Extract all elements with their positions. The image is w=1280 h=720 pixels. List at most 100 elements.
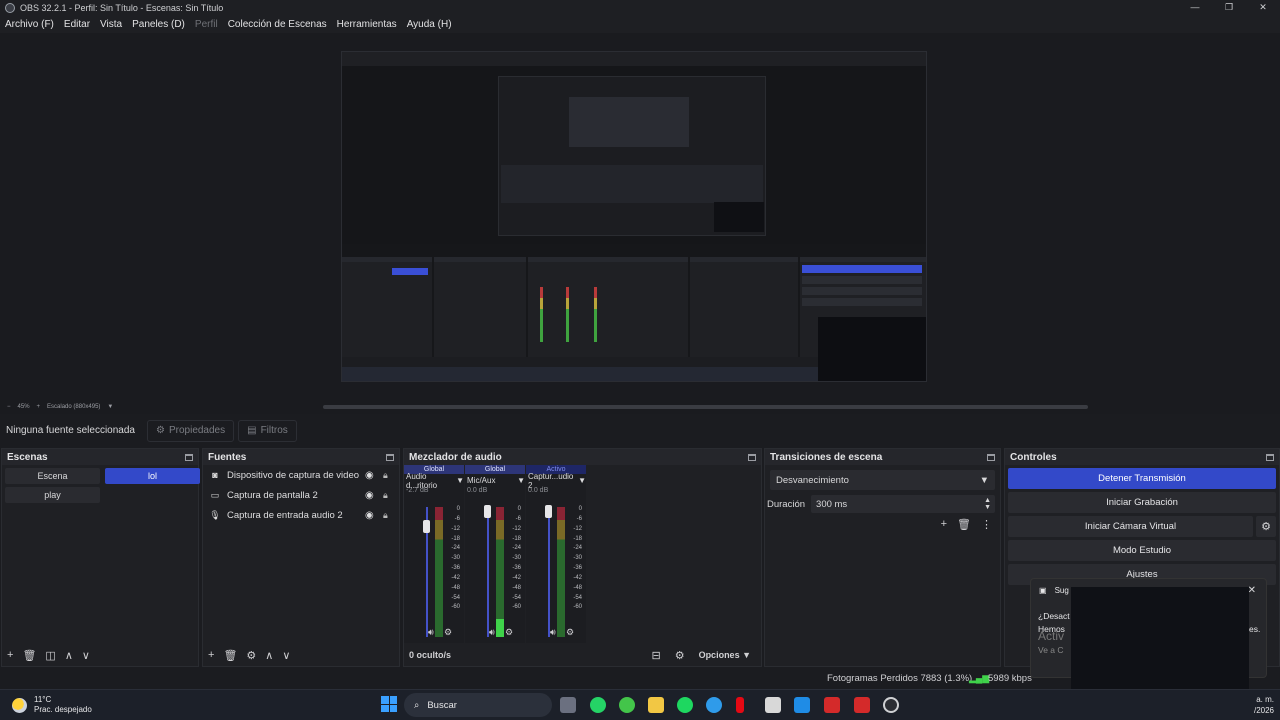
- channel-name-dropdown[interactable]: Captur...udio 2 ▼: [526, 472, 586, 490]
- undock-icon[interactable]: [748, 453, 756, 461]
- properties-button[interactable]: ⚙ Propiedades: [147, 419, 235, 442]
- source-item[interactable]: 🎙︎ Captura de entrada audio 2 ◉ 🔒︎: [203, 505, 399, 525]
- audio-settings-button[interactable]: ⚙: [505, 627, 513, 638]
- store-icon[interactable]: [765, 697, 781, 713]
- channel-name-dropdown[interactable]: Mic/Aux ▼: [465, 474, 525, 487]
- undock-icon[interactable]: [185, 453, 193, 461]
- undock-icon[interactable]: [987, 453, 995, 461]
- stop-streaming-button[interactable]: Detener Transmisión: [1008, 468, 1276, 489]
- move-down-button[interactable]: ∨: [282, 649, 290, 662]
- source-item[interactable]: ▭ Captura de pantalla 2 ◉ 🔒︎: [203, 485, 399, 505]
- menu-coleccion-escenas[interactable]: Colección de Escenas: [228, 19, 327, 30]
- transition-menu-button[interactable]: ⋮: [981, 518, 992, 531]
- volume-slider-handle[interactable]: [423, 520, 430, 533]
- volume-slider-handle[interactable]: [484, 505, 491, 518]
- add-transition-button[interactable]: +: [941, 518, 947, 531]
- lock-icon[interactable]: 🔒︎: [383, 490, 388, 501]
- scene-item-escena[interactable]: Escena: [5, 468, 100, 484]
- undock-icon[interactable]: [386, 453, 394, 461]
- mute-button[interactable]: 🔊︎: [428, 627, 434, 638]
- move-up-button[interactable]: ∧: [265, 649, 273, 662]
- remove-source-button[interactable]: 🗑: [223, 649, 237, 662]
- preview-horizontal-scrollbar[interactable]: [323, 405, 1088, 409]
- app-icon[interactable]: [824, 697, 840, 713]
- menu-paneles[interactable]: Paneles (D): [132, 19, 185, 30]
- mail-icon[interactable]: [794, 697, 810, 713]
- preview-canvas[interactable]: [0, 33, 1280, 400]
- zoom-out-button[interactable]: −: [7, 404, 11, 410]
- lock-icon[interactable]: 🔒︎: [383, 510, 388, 521]
- volume-slider[interactable]: [487, 507, 489, 637]
- nested-preview: [342, 66, 926, 244]
- visibility-eye-icon[interactable]: ◉: [365, 490, 374, 501]
- scene-filters-button[interactable]: ◫: [45, 649, 55, 662]
- source-item[interactable]: ◙ Dispositivo de captura de video ◉ 🔒︎: [203, 465, 399, 485]
- taskbar-search[interactable]: ⌕ Buscar: [404, 693, 552, 717]
- spin-arrows-icon[interactable]: ▲ ▼: [984, 497, 991, 511]
- filters-button[interactable]: ▤ Filtros: [238, 419, 297, 442]
- notification-popup[interactable]: ▣ Sug ✕ ¿Desact Hemos Activ Ve a C es.: [1030, 578, 1267, 719]
- advanced-audio-icon[interactable]: ⚙: [675, 649, 685, 662]
- visibility-eye-icon[interactable]: ◉: [365, 510, 374, 521]
- menu-editar[interactable]: Editar: [64, 19, 90, 30]
- gear-icon[interactable]: ⚙: [1256, 516, 1276, 537]
- duration-label: Duración: [767, 498, 806, 510]
- menu-ayuda[interactable]: Ayuda (H): [407, 19, 452, 30]
- scene-item-play[interactable]: play: [5, 487, 100, 503]
- maximize-button[interactable]: ❐: [1212, 0, 1246, 15]
- scenes-toolbar: + 🗑 ◫ ∧ ∨: [2, 644, 198, 666]
- source-settings-button[interactable]: ⚙: [246, 649, 256, 662]
- file-explorer-icon[interactable]: [648, 697, 664, 713]
- mute-button[interactable]: 🔊︎: [550, 627, 556, 638]
- mute-button[interactable]: 🔊︎: [489, 627, 495, 638]
- menu-vista[interactable]: Vista: [100, 19, 122, 30]
- move-down-button[interactable]: ∨: [82, 649, 90, 662]
- scenes-list: Escena lol play: [2, 465, 200, 506]
- zoom-in-button[interactable]: +: [37, 404, 41, 410]
- audio-settings-button[interactable]: ⚙: [566, 627, 574, 638]
- transition-select[interactable]: Desvanecimiento ▼: [770, 470, 995, 490]
- spotify-icon[interactable]: [677, 697, 693, 713]
- start-button[interactable]: [381, 696, 397, 712]
- zoom-dropdown-icon[interactable]: ▼: [107, 404, 113, 410]
- add-source-button[interactable]: +: [208, 649, 214, 661]
- wechat-icon[interactable]: [619, 697, 635, 713]
- undock-icon[interactable]: [1266, 453, 1274, 461]
- menu-archivo[interactable]: Archivo (F): [5, 19, 54, 30]
- duration-spinbox[interactable]: 300 ms ▲ ▼: [811, 495, 995, 513]
- minimize-button[interactable]: —: [1178, 0, 1212, 15]
- mixer-layout-icon[interactable]: ⊟: [651, 649, 660, 662]
- start-virtual-camera-button[interactable]: Iniciar Cámara Virtual: [1008, 516, 1253, 537]
- whatsapp-icon[interactable]: [590, 697, 606, 713]
- weather-widget[interactable]: 11°C Prac. despejado: [12, 695, 92, 715]
- audio-settings-button[interactable]: ⚙: [444, 627, 452, 638]
- add-scene-button[interactable]: +: [7, 649, 13, 661]
- studio-mode-button[interactable]: Modo Estudio: [1008, 540, 1276, 561]
- volume-slider-handle[interactable]: [545, 505, 552, 518]
- task-view-icon[interactable]: [560, 697, 576, 713]
- weather-condition: Prac. despejado: [34, 705, 92, 714]
- start-recording-button[interactable]: Iniciar Grabación: [1008, 492, 1276, 513]
- move-up-button[interactable]: ∧: [65, 649, 73, 662]
- clock-time: a. m.: [1256, 695, 1274, 704]
- system-clock[interactable]: a. m. /2026: [1254, 694, 1274, 716]
- netflix-icon[interactable]: [736, 697, 744, 713]
- menu-herramientas[interactable]: Herramientas: [337, 19, 397, 30]
- controls-header: Controles: [1005, 449, 1279, 465]
- signal-bars-icon: ▂▄▆: [969, 673, 990, 683]
- obs-taskbar-icon[interactable]: [883, 697, 899, 713]
- close-button[interactable]: ✕: [1246, 0, 1280, 15]
- visibility-eye-icon[interactable]: ◉: [365, 470, 374, 481]
- transition-selected: Desvanecimiento: [776, 474, 849, 486]
- channel-name-dropdown[interactable]: Audio d...ritorio ▼: [404, 472, 464, 490]
- remove-transition-button[interactable]: 🗑: [957, 518, 971, 531]
- scene-item-lol[interactable]: lol: [105, 468, 200, 484]
- lock-icon[interactable]: 🔒︎: [383, 470, 388, 481]
- app-icon[interactable]: [854, 697, 870, 713]
- volume-slider[interactable]: [548, 507, 550, 637]
- edge-icon[interactable]: [706, 697, 722, 713]
- mixer-options-button[interactable]: Opciones ▼: [699, 650, 751, 660]
- menu-perfil[interactable]: Perfil: [195, 19, 218, 30]
- chevron-down-icon: ▼: [456, 476, 464, 485]
- remove-scene-button[interactable]: 🗑: [22, 649, 36, 662]
